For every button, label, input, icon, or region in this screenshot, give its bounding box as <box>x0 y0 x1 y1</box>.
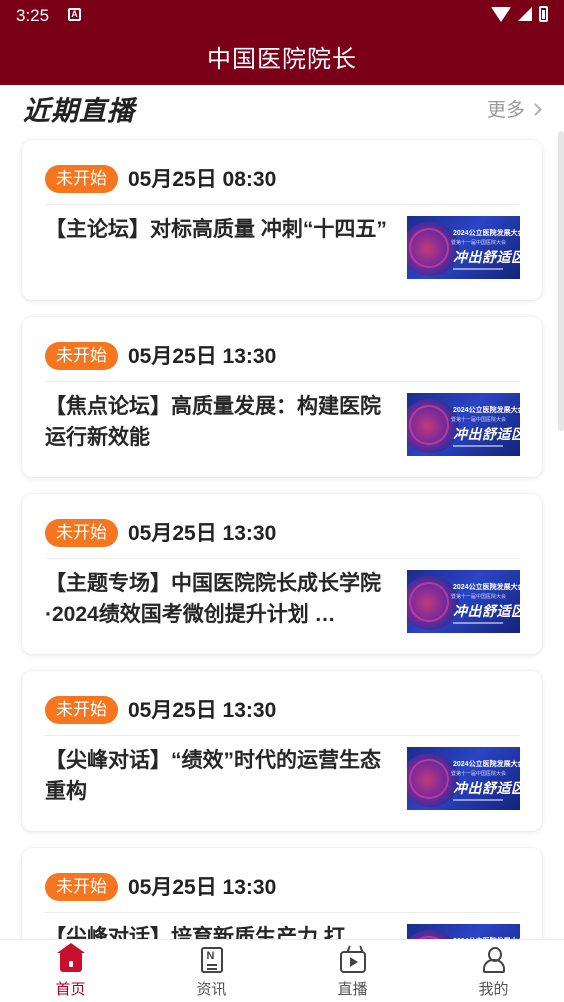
thumbnail-subtitle: 暨第十一届中国医院大会 <box>451 771 507 777</box>
thumbnail-ring <box>409 759 449 799</box>
live-thumbnail: 2024公立医院发展大会 暨第十一届中国医院大会 冲出舒适区 <box>407 924 520 939</box>
live-title: 【焦点论坛】高质量发展：构建医院运行新效能 <box>45 395 381 449</box>
live-title: 【尖峰对话】“绩效”时代的运营生态重构 <box>45 749 381 803</box>
live-title: 【尖峰对话】培育新质生产力 打 <box>45 926 345 939</box>
live-thumbnail: 2024公立医院发展大会 暨第十一届中国医院大会 冲出舒适区 <box>407 570 520 633</box>
thumbnail-subtitle: 暨第十一届中国医院大会 <box>451 240 507 246</box>
tab-label: 我的 <box>478 981 509 998</box>
profile-icon <box>482 947 505 973</box>
section-title: 近期直播 <box>23 96 135 126</box>
thumbnail-title: 2024公立医院发展大会 <box>453 407 520 414</box>
divider <box>45 558 520 559</box>
home-icon <box>56 943 85 972</box>
thumbnail-subtitle: 暨第十一届中国医院大会 <box>451 594 507 600</box>
thumbnail-slogan: 冲出舒适区 <box>453 249 520 265</box>
app-title: 中国医院院长 <box>0 34 564 85</box>
status-icons <box>491 6 548 22</box>
live-title: 【主论坛】对标高质量 冲刺“十四五” <box>45 218 387 241</box>
live-thumbnail: 2024公立医院发展大会 暨第十一届中国医院大会 冲出舒适区 <box>407 393 520 456</box>
main-content[interactable]: 近期直播 更多 未开始 05月25日 08:30 【主论坛】对标高质量 冲刺“十… <box>0 85 564 939</box>
status-bar: 3:25 A <box>0 0 564 34</box>
live-title: 【主题专场】中国医院院长成长学院·2024绩效国考微创提升计划 … <box>45 572 381 626</box>
thumbnail-line <box>453 268 503 270</box>
live-card[interactable]: 未开始 05月25日 13:30 【焦点论坛】高质量发展：构建医院运行新效能 2… <box>22 317 542 477</box>
divider <box>45 912 520 913</box>
live-card[interactable]: 未开始 05月25日 13:30 【主题专场】中国医院院长成长学院·2024绩效… <box>22 494 542 654</box>
thumbnail-line <box>453 622 503 624</box>
status-badge: 未开始 <box>45 519 118 547</box>
tab-label: 资讯 <box>196 981 227 998</box>
notification-icon: A <box>68 8 81 21</box>
live-thumbnail: 2024公立医院发展大会 暨第十一届中国医院大会 冲出舒适区 <box>407 747 520 810</box>
thumbnail-title: 2024公立医院发展大会 <box>453 761 520 768</box>
more-link[interactable]: 更多 <box>486 95 542 122</box>
thumbnail-ring <box>409 582 449 622</box>
divider <box>45 381 520 382</box>
thumbnail-ring <box>409 228 449 268</box>
scrollbar[interactable] <box>558 131 564 431</box>
wifi-icon <box>491 6 511 22</box>
live-time: 05月25日 08:30 <box>128 168 277 191</box>
thumbnail-ring <box>409 405 449 445</box>
status-time: 3:25 <box>16 6 50 25</box>
tab-home[interactable]: 首页 <box>0 940 141 1002</box>
divider <box>45 735 520 736</box>
section-header: 近期直播 更多 <box>0 85 564 131</box>
news-icon <box>200 947 223 973</box>
thumbnail-title: 2024公立医院发展大会 <box>453 584 520 591</box>
live-time: 05月25日 13:30 <box>128 876 277 899</box>
live-time: 05月25日 13:30 <box>128 345 277 368</box>
live-card[interactable]: 未开始 05月25日 08:30 【主论坛】对标高质量 冲刺“十四五” 2024… <box>22 140 542 300</box>
status-badge: 未开始 <box>45 342 118 370</box>
live-thumbnail: 2024公立医院发展大会 暨第十一届中国医院大会 冲出舒适区 <box>407 216 520 279</box>
chevron-right-icon <box>529 103 542 116</box>
tab-label: 首页 <box>55 981 86 998</box>
live-card[interactable]: 未开始 05月25日 13:30 【尖峰对话】培育新质生产力 打 2024公立医… <box>22 848 542 939</box>
thumbnail-line <box>453 445 503 447</box>
battery-icon <box>539 6 548 22</box>
status-badge: 未开始 <box>45 873 118 901</box>
status-badge: 未开始 <box>45 165 118 193</box>
status-badge: 未开始 <box>45 696 118 724</box>
more-label: 更多 <box>486 100 525 121</box>
live-tv-icon <box>339 951 366 973</box>
live-card[interactable]: 未开始 05月25日 13:30 【尖峰对话】“绩效”时代的运营生态重构 202… <box>22 671 542 831</box>
thumbnail-slogan: 冲出舒适区 <box>453 780 520 796</box>
tab-profile[interactable]: 我的 <box>423 940 564 1002</box>
thumbnail-slogan: 冲出舒适区 <box>453 426 520 442</box>
tab-label: 直播 <box>337 981 368 998</box>
tab-live[interactable]: 直播 <box>282 940 423 1002</box>
thumbnail-subtitle: 暨第十一届中国医院大会 <box>451 417 507 423</box>
thumbnail-slogan: 冲出舒适区 <box>453 603 520 619</box>
live-time: 05月25日 13:30 <box>128 522 277 545</box>
thumbnail-line <box>453 799 503 801</box>
live-time: 05月25日 13:30 <box>128 699 277 722</box>
tab-news[interactable]: 资讯 <box>141 940 282 1002</box>
bottom-tab-bar: 首页 资讯 直播 我的 <box>0 939 564 1002</box>
divider <box>45 204 520 205</box>
signal-icon <box>518 7 532 21</box>
thumbnail-title: 2024公立医院发展大会 <box>453 230 520 237</box>
